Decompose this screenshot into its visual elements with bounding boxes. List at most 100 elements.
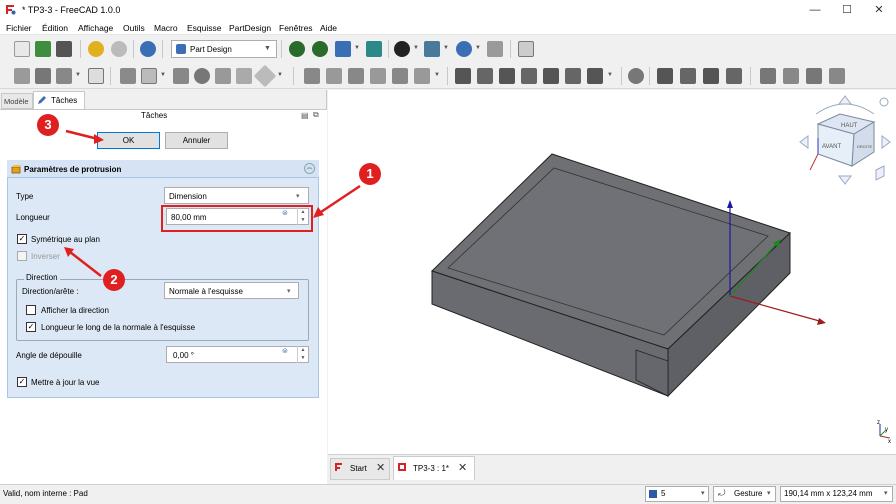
linear-pattern-icon[interactable]: [783, 68, 799, 84]
menu-fenetres[interactable]: Fenêtres: [279, 23, 313, 33]
revolution-icon[interactable]: [326, 68, 342, 84]
cancel-button[interactable]: Annuler: [165, 132, 228, 149]
menu-partdesign[interactable]: PartDesign: [229, 23, 271, 33]
fit-all-icon[interactable]: [289, 41, 305, 57]
new-document-icon[interactable]: [14, 41, 30, 57]
draw-style-icon[interactable]: [394, 41, 410, 57]
refresh-icon[interactable]: [140, 41, 156, 57]
dock-close-icon[interactable]: ⧉: [313, 110, 319, 120]
show-direction-checkbox[interactable]: [26, 305, 36, 315]
reverse-checkbox[interactable]: [17, 251, 27, 261]
datum-line-icon[interactable]: [215, 68, 231, 84]
dock-float-icon[interactable]: ▤: [301, 111, 309, 120]
zoom-icon[interactable]: [456, 41, 472, 57]
sketch-icon[interactable]: [120, 68, 136, 84]
close-icon: ✕: [874, 4, 884, 16]
title-bar: [0, 0, 896, 20]
pipe-icon[interactable]: [370, 68, 386, 84]
multi-transform-icon[interactable]: [829, 68, 845, 84]
variables-icon[interactable]: [88, 68, 104, 84]
close-icon[interactable]: ✕: [376, 461, 385, 474]
draft-icon[interactable]: [703, 68, 719, 84]
close-icon[interactable]: ✕: [458, 461, 467, 474]
fillet-icon[interactable]: [657, 68, 673, 84]
datum-point-icon[interactable]: [194, 68, 210, 84]
menu-edition[interactable]: Édition: [42, 23, 68, 33]
chevron-down-icon: ▼: [264, 45, 271, 52]
groove-icon[interactable]: [499, 68, 515, 84]
ok-button[interactable]: OK: [97, 132, 160, 149]
body-icon[interactable]: [14, 68, 30, 84]
symmetric-label: Symétrique au plan: [31, 235, 100, 244]
status-message: Valid, nom interne : Pad: [3, 489, 88, 498]
chevron-down-icon: ▾: [287, 288, 291, 295]
minimize-button[interactable]: —: [800, 2, 830, 18]
subtractive-pipe-icon[interactable]: [543, 68, 559, 84]
subtractive-loft-icon[interactable]: [521, 68, 537, 84]
link-icon[interactable]: [56, 68, 72, 84]
symmetric-checkbox[interactable]: ✓: [17, 234, 27, 244]
pencil-icon: [38, 96, 46, 104]
loft-icon[interactable]: [348, 68, 364, 84]
navcube-front-label: AVANT: [822, 144, 841, 150]
taper-spinner[interactable]: ▲ ▼: [297, 346, 308, 363]
local-cs-icon[interactable]: [253, 64, 277, 88]
freecad-logo-icon: [5, 4, 16, 15]
fit-selection-icon[interactable]: [312, 41, 328, 57]
menu-fichier[interactable]: Fichier: [6, 23, 32, 33]
rotate-left-arrow-icon: [799, 135, 809, 149]
hole-icon[interactable]: [477, 68, 493, 84]
polar-pattern-icon[interactable]: [806, 68, 822, 84]
parameter-icon: [649, 490, 657, 498]
axis-x-label: x: [888, 439, 891, 444]
rotate-down-arrow-icon: [838, 175, 852, 185]
annotation-marker-1: 1: [359, 163, 381, 185]
show-direction-label: Afficher la direction: [41, 306, 109, 315]
taper-label: Angle de dépouille: [16, 351, 82, 360]
pattern-icon[interactable]: [628, 68, 644, 84]
expression-icon[interactable]: ⊜: [282, 347, 288, 355]
attach-sketch-icon[interactable]: [141, 68, 157, 84]
std-views-icon[interactable]: [424, 41, 440, 57]
folder-icon[interactable]: [35, 68, 51, 84]
thickness-icon[interactable]: [726, 68, 742, 84]
length-along-normal-checkbox[interactable]: ✓: [26, 322, 36, 332]
undo-icon[interactable]: [88, 41, 104, 57]
save-icon[interactable]: [56, 41, 72, 57]
rotate-up-arrow-icon: [838, 95, 852, 105]
menu-outils[interactable]: Outils: [123, 23, 145, 33]
additive-primitive-icon[interactable]: [414, 68, 430, 84]
collapse-icon[interactable]: ︽: [304, 163, 315, 174]
view-cube-icon[interactable]: [335, 41, 351, 57]
subtractive-helix-icon[interactable]: [565, 68, 581, 84]
whats-this-icon[interactable]: [518, 41, 534, 57]
menu-esquisse[interactable]: Esquisse: [187, 23, 222, 33]
document-icon: [398, 463, 406, 471]
maximize-button[interactable]: ☐: [832, 2, 862, 18]
close-button[interactable]: ✕: [864, 2, 894, 18]
length-label: Longueur: [16, 213, 50, 222]
dimension-tool-icon[interactable]: [487, 41, 503, 57]
pocket-icon[interactable]: [455, 68, 471, 84]
axis-cross-icon: z y x: [877, 420, 891, 444]
menu-affichage[interactable]: Affichage: [78, 23, 113, 33]
partdesign-icon: [176, 44, 186, 54]
view-menu-icon: [875, 165, 885, 181]
chevron-down-icon: ▾: [296, 193, 300, 200]
pad-icon[interactable]: [304, 68, 320, 84]
datum-plane-icon[interactable]: [236, 68, 252, 84]
measure-icon[interactable]: [366, 41, 382, 57]
mirrored-icon[interactable]: [760, 68, 776, 84]
navigation-cube[interactable]: HAUT AVANT DROITE: [796, 94, 894, 192]
menu-aide[interactable]: Aide: [320, 23, 337, 33]
menu-macro[interactable]: Macro: [154, 23, 178, 33]
update-view-checkbox[interactable]: ✓: [17, 377, 27, 387]
dimension-value: 190,14 mm x 123,24 mm: [784, 489, 873, 498]
redo-icon[interactable]: [111, 41, 127, 57]
open-document-icon[interactable]: [35, 41, 51, 57]
validate-sketch-icon[interactable]: [173, 68, 189, 84]
helix-icon[interactable]: [392, 68, 408, 84]
subtractive-primitive-icon[interactable]: [587, 68, 603, 84]
maximize-icon: ☐: [842, 4, 852, 16]
chamfer-icon[interactable]: [680, 68, 696, 84]
